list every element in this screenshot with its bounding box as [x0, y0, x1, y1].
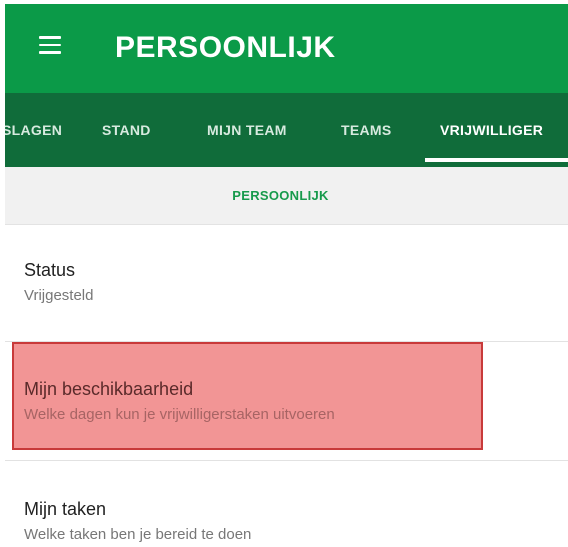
tab-slagen[interactable]: SLAGEN	[5, 122, 62, 138]
active-tab-indicator	[425, 158, 568, 162]
list-item-subtitle: Vrijgesteld	[24, 287, 94, 304]
section-header: PERSOONLIJK	[5, 167, 568, 225]
list-item-subtitle: Welke dagen kun je vrijwilligerstaken ui…	[24, 406, 335, 423]
tab-bar: SLAGEN STAND MIJN TEAM TEAMS VRIJWILLIGE…	[5, 93, 568, 167]
list-item-title: Status	[24, 260, 76, 280]
list-item-mijn-taken[interactable]: Mijn taken Welke taken ben je bereid te …	[5, 461, 568, 547]
tab-stand[interactable]: STAND	[102, 122, 151, 138]
section-header-label: PERSOONLIJK	[232, 188, 329, 203]
list-item-title: Mijn taken	[24, 499, 107, 519]
tab-teams[interactable]: TEAMS	[341, 122, 392, 138]
hamburger-menu-icon[interactable]	[39, 36, 61, 54]
app-screen: PERSOONLIJK SLAGEN STAND MIJN TEAM TEAMS…	[5, 4, 568, 547]
tab-vrijwilliger[interactable]: VRIJWILLIGER	[440, 122, 543, 138]
list-item-mijn-beschikbaarheid[interactable]: Mijn beschikbaarheid Welke dagen kun je …	[5, 342, 568, 460]
list-item-subtitle: Welke taken ben je bereid te doen	[24, 526, 252, 543]
list-item-status[interactable]: Status Vrijgesteld	[5, 224, 568, 341]
app-bar: PERSOONLIJK	[5, 4, 568, 93]
list-item-title: Mijn beschikbaarheid	[24, 379, 194, 399]
tab-mijn-team[interactable]: MIJN TEAM	[207, 122, 287, 138]
page-title: PERSOONLIJK	[115, 31, 336, 64]
